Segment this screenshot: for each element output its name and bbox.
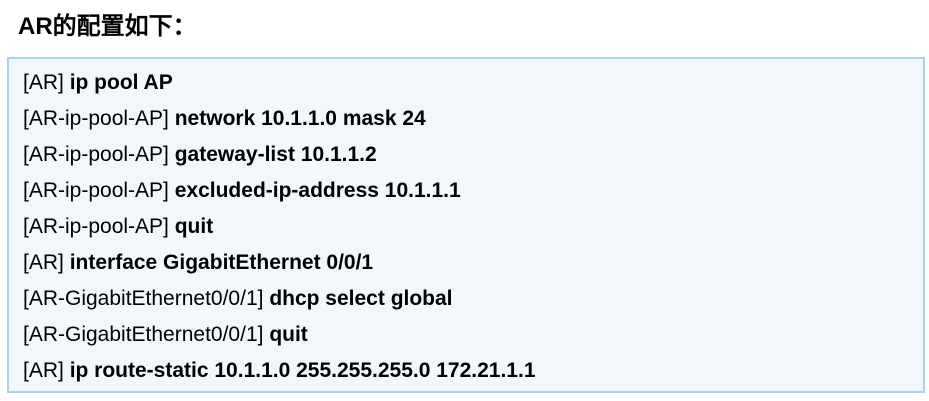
cli-command: ip pool AP	[69, 71, 173, 94]
config-line: [AR-ip-pool-AP] quit	[23, 213, 213, 241]
cli-prompt: [AR-ip-pool-AP]	[23, 179, 169, 202]
config-code-block: [AR] ip pool AP [AR-ip-pool-AP] network …	[7, 57, 925, 393]
cli-command: dhcp select global	[269, 287, 453, 310]
config-line: [AR-ip-pool-AP] network 10.1.1.0 mask 24	[23, 105, 426, 133]
cli-command: interface GigabitEthernet 0/0/1	[69, 251, 374, 274]
cli-prompt: [AR-ip-pool-AP]	[23, 143, 169, 166]
cli-command: quit	[269, 323, 308, 346]
cli-prompt: [AR]	[23, 359, 64, 382]
config-line: [AR-ip-pool-AP] excluded-ip-address 10.1…	[23, 177, 461, 205]
page-title: AR的配置如下：	[18, 13, 197, 40]
cli-command: excluded-ip-address 10.1.1.1	[174, 179, 461, 202]
config-line: [AR-GigabitEthernet0/0/1] quit	[23, 321, 308, 349]
cli-prompt: [AR-GigabitEthernet0/0/1]	[23, 323, 264, 346]
cli-prompt: [AR]	[23, 71, 64, 94]
config-line: [AR-GigabitEthernet0/0/1] dhcp select gl…	[23, 285, 453, 313]
cli-command: gateway-list 10.1.1.2	[174, 143, 377, 166]
cli-command: network 10.1.1.0 mask 24	[174, 107, 426, 130]
cli-prompt: [AR-GigabitEthernet0/0/1]	[23, 287, 264, 310]
cli-prompt: [AR]	[23, 251, 64, 274]
cli-prompt: [AR-ip-pool-AP]	[23, 215, 169, 238]
config-line: [AR] ip pool AP	[23, 69, 173, 97]
cli-command: ip route-static 10.1.1.0 255.255.255.0 1…	[69, 359, 536, 382]
config-line: [AR-ip-pool-AP] gateway-list 10.1.1.2	[23, 141, 377, 169]
cli-command: quit	[174, 215, 214, 238]
cli-prompt: [AR-ip-pool-AP]	[23, 107, 169, 130]
config-line: [AR] ip route-static 10.1.1.0 255.255.25…	[23, 357, 536, 385]
config-line: [AR] interface GigabitEthernet 0/0/1	[23, 249, 373, 277]
